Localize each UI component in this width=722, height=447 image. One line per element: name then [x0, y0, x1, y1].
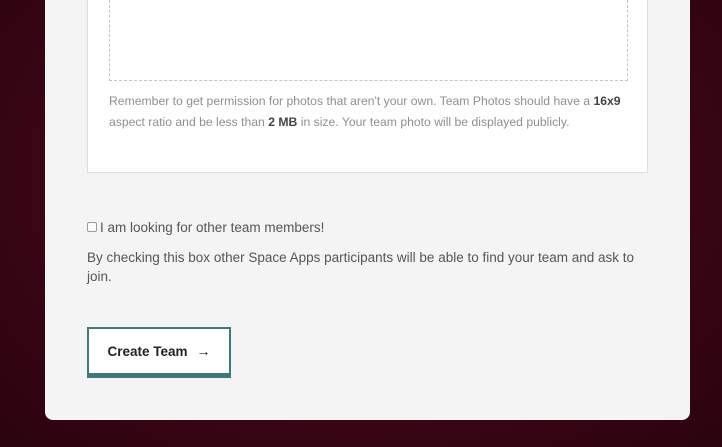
- create-team-label: Create Team: [107, 343, 188, 359]
- aspect-ratio-value: 16x9: [593, 94, 621, 108]
- looking-for-members-helper: By checking this box other Space Apps pa…: [87, 250, 635, 284]
- looking-for-members-option[interactable]: I am looking for other team members!: [87, 218, 324, 236]
- arrow-right-icon: →: [196, 343, 211, 359]
- max-size-value: 2 MB: [268, 114, 298, 129]
- photo-dropzone[interactable]: [109, 0, 628, 81]
- looking-for-members-checkbox[interactable]: [87, 222, 97, 232]
- looking-for-members-label: I am looking for other team members!: [100, 219, 325, 235]
- create-team-card: Remember to get permission for photos th…: [45, 0, 690, 420]
- photo-requirements-note: Remember to get permission for photos th…: [109, 94, 621, 129]
- create-team-button[interactable]: Create Team →: [87, 327, 231, 378]
- team-photo-panel: Remember to get permission for photos th…: [87, 0, 648, 173]
